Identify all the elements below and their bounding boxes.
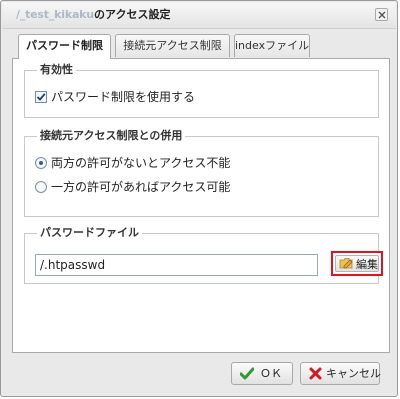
password-file-group: パスワードファイル /.htpasswd 編集 — [24, 226, 383, 284]
use-password-restriction-checkbox[interactable] — [35, 91, 47, 103]
require-both-label: 両方の許可がないとアクセス不能 — [51, 156, 231, 170]
password-file-input[interactable]: /.htpasswd — [35, 254, 318, 276]
ok-button-label: ＯＫ — [260, 367, 282, 380]
tab-password-restriction[interactable]: パスワード制限 — [18, 34, 111, 59]
folder-edit-icon — [339, 258, 353, 269]
title-bar[interactable]: /_test_kikaku のアクセス設定 — [2, 2, 396, 29]
use-password-restriction-label: パスワード制限を使用する — [51, 90, 196, 104]
title-path: /_test_kikaku — [16, 8, 94, 21]
password-file-legend: パスワードファイル — [37, 226, 142, 240]
close-icon — [378, 11, 386, 19]
require-both-radio[interactable] — [35, 157, 47, 169]
allow-either-label: 一方の許可があればアクセス可能 — [51, 180, 231, 194]
cancel-x-icon — [309, 367, 322, 380]
edit-button-highlight: 編集 — [331, 251, 383, 276]
combined-restriction-legend: 接続元アクセス制限との併用 — [37, 129, 186, 143]
close-button[interactable] — [375, 8, 388, 21]
dialog-title: のアクセス設定 — [94, 8, 171, 21]
access-settings-dialog: /_test_kikaku のアクセス設定 パスワード制限 接続元アクセス制限 … — [0, 0, 398, 397]
allow-either-radio[interactable] — [35, 181, 47, 193]
tab-index-file[interactable]: indexファイル — [234, 34, 310, 57]
edit-button-label: 編集 — [356, 258, 378, 271]
validity-group: 有効性 パスワード制限を使用する — [24, 63, 379, 118]
tab-source-access-restriction[interactable]: 接続元アクセス制限 — [115, 34, 230, 57]
combined-restriction-group: 接続元アクセス制限との併用 両方の許可がないとアクセス不能 一方の許可があればア… — [24, 129, 379, 217]
checkmark-icon — [36, 93, 46, 101]
cancel-button-label: キャンセル — [326, 367, 381, 380]
check-icon — [240, 367, 254, 380]
cancel-button[interactable]: キャンセル — [300, 362, 381, 385]
radio-selected-dot — [39, 161, 43, 165]
tab-panel: 有効性 パスワード制限を使用する 接続元アクセス制限との併用 両方の許可がないと… — [12, 58, 390, 353]
validity-legend: 有効性 — [37, 63, 76, 77]
edit-button[interactable]: 編集 — [335, 255, 379, 272]
ok-button[interactable]: ＯＫ — [231, 362, 293, 385]
